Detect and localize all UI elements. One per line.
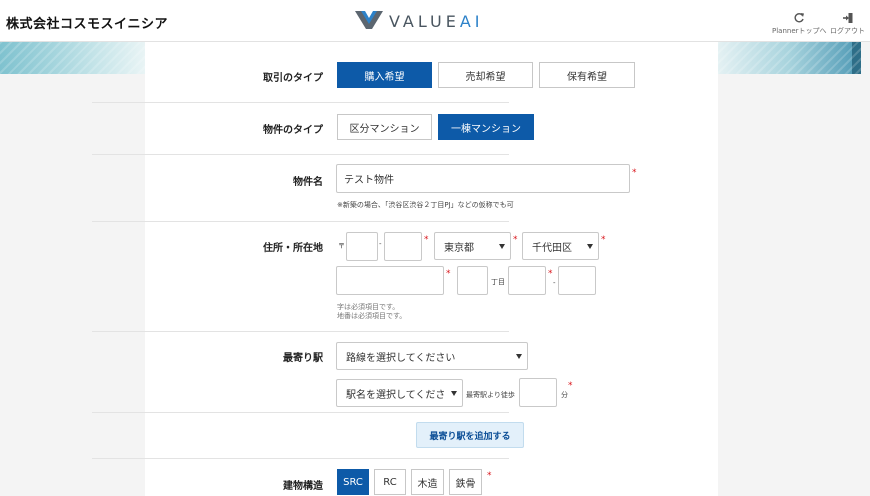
station-select[interactable]: 駅名を選択してくださ [336, 379, 463, 407]
logout-icon [842, 13, 852, 23]
town-input[interactable] [336, 266, 444, 295]
app-header: 株式会社コスモスイニシア VALUEAI Plannerトップへ ログアウト [0, 0, 870, 42]
address-label: 住所・所在地 [263, 243, 323, 254]
structure-src-button[interactable]: SRC [337, 469, 369, 495]
company-name: 株式会社コスモスイニシア [6, 17, 169, 32]
planner-top-label: Plannerトップへ [772, 27, 827, 35]
required-mark: * [568, 381, 573, 391]
postal-code-second-input[interactable] [384, 232, 422, 261]
required-mark: * [548, 269, 553, 279]
block-first-input[interactable] [508, 266, 546, 295]
structure-steel-button[interactable]: 鉄骨 [449, 469, 482, 495]
required-mark: * [513, 235, 518, 245]
required-mark: * [601, 235, 606, 245]
postal-mark: 〒 [338, 242, 345, 250]
right-gutter [718, 42, 870, 496]
row-divider [92, 458, 509, 459]
postal-separator: - [379, 240, 382, 248]
block-separator: - [553, 279, 556, 287]
city-select[interactable]: 千代田区 [522, 232, 599, 260]
property-whole-building-button[interactable]: 一棟マンション [438, 114, 534, 140]
property-name-input[interactable]: テスト物件 [336, 164, 630, 193]
walk-minutes-input[interactable] [519, 378, 557, 407]
postal-code-first-input[interactable] [346, 232, 378, 261]
row-divider [92, 331, 509, 332]
left-banner-image [0, 42, 145, 74]
property-unit-condo-button[interactable]: 区分マンション [337, 114, 432, 140]
row-divider [92, 154, 509, 155]
minutes-suffix: 分 [561, 391, 568, 399]
planner-top-button[interactable]: Plannerトップへ [772, 12, 827, 36]
transaction-type-label: 取引のタイプ [263, 73, 323, 84]
nearest-station-label: 最寄り駅 [283, 353, 323, 364]
property-name-label: 物件名 [293, 177, 323, 188]
brand-name: VALUEAI [389, 11, 484, 31]
line-select[interactable]: 路線を選択してください [336, 342, 528, 370]
required-mark: * [487, 471, 492, 481]
prefecture-select[interactable]: 東京都 [434, 232, 511, 260]
address-note-chiban: 地番は必須項目です。 [337, 312, 407, 320]
logout-button[interactable]: ログアウト [830, 12, 865, 36]
right-banner-image [718, 42, 861, 74]
required-mark: * [424, 235, 429, 245]
refresh-icon [794, 13, 805, 23]
chome-input[interactable] [457, 266, 488, 295]
add-station-button[interactable]: 最寄り駅を追加する [416, 422, 524, 448]
chome-suffix: 丁目 [491, 278, 505, 286]
logout-label: ログアウト [830, 27, 865, 35]
structure-wood-button[interactable]: 木造 [411, 469, 444, 495]
structure-rc-button[interactable]: RC [374, 469, 406, 495]
chevron-down-icon [451, 391, 457, 396]
row-divider [92, 221, 509, 222]
property-type-label: 物件のタイプ [263, 125, 323, 136]
value-ai-logo-icon [355, 11, 383, 29]
building-structure-label: 建物構造 [283, 481, 323, 492]
transaction-hold-button[interactable]: 保有希望 [539, 62, 635, 88]
transaction-buy-button[interactable]: 購入希望 [337, 62, 432, 88]
chevron-down-icon [516, 354, 522, 359]
row-divider [92, 412, 509, 413]
chevron-down-icon [587, 244, 593, 249]
block-second-input[interactable] [558, 266, 596, 295]
walk-from-station-label: 最寄駅より徒歩 [466, 391, 515, 399]
required-mark: * [446, 269, 451, 279]
transaction-sell-button[interactable]: 売却希望 [438, 62, 533, 88]
property-name-note: ※新築の場合、「渋谷区渋谷２丁目PJ」などの仮称でも可 [337, 201, 514, 209]
left-gutter [0, 42, 145, 496]
row-divider [92, 102, 509, 103]
brand-logo[interactable]: VALUEAI [355, 10, 483, 32]
required-mark: * [632, 168, 637, 178]
chevron-down-icon [499, 244, 505, 249]
